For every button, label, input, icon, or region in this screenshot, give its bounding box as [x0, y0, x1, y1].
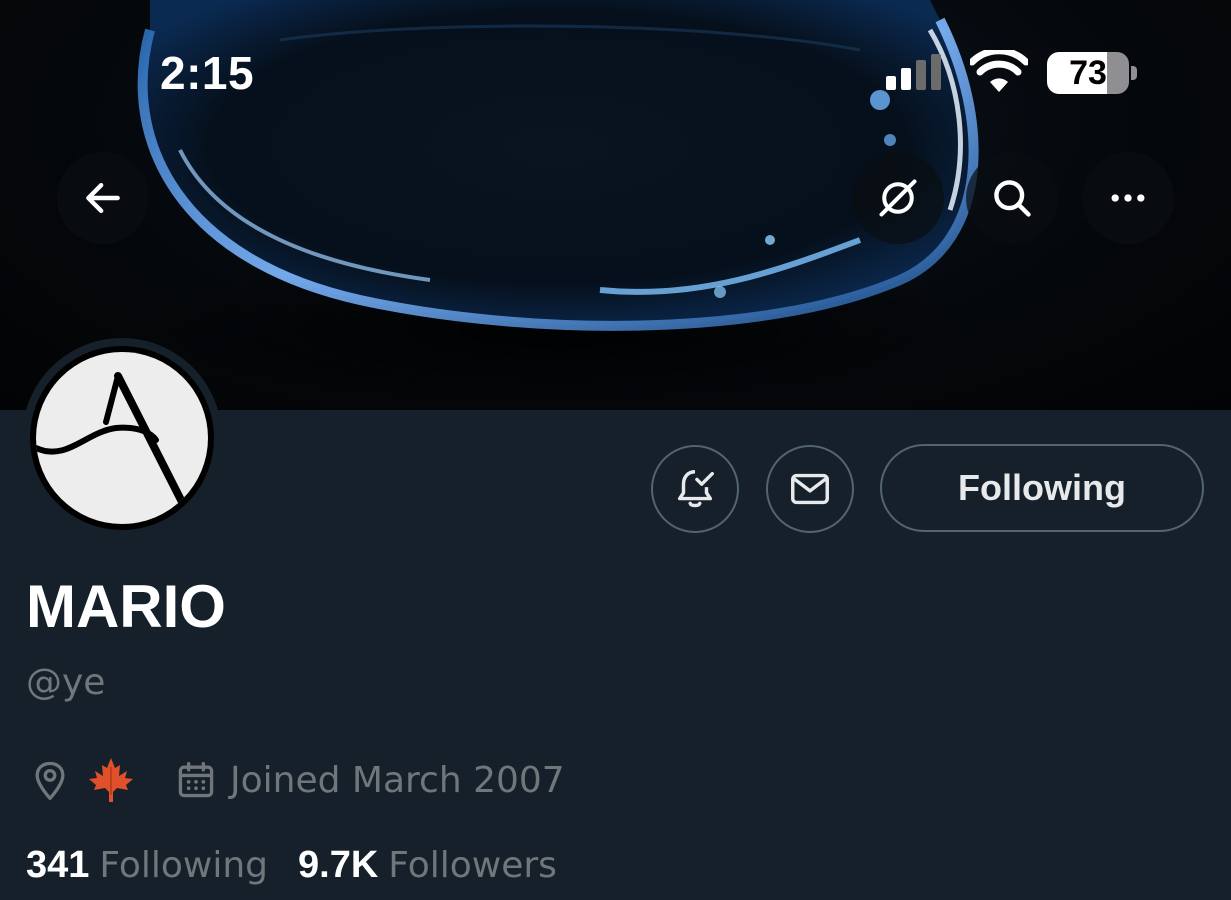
avatar-ring	[30, 346, 214, 530]
following-label: Following	[99, 844, 268, 886]
search-button[interactable]	[966, 152, 1058, 244]
avatar[interactable]	[22, 338, 222, 538]
following-button[interactable]: Following	[880, 444, 1204, 532]
follow-stats: 341 Following 9.7K Followers	[26, 840, 557, 890]
battery-cap	[1131, 66, 1137, 80]
followers-label: Followers	[388, 844, 557, 886]
cellular-signal-icon	[886, 54, 941, 90]
status-time: 2:15	[160, 47, 255, 99]
display-name: MARIO	[26, 573, 226, 640]
message-button[interactable]	[766, 445, 854, 533]
envelope-icon	[791, 473, 829, 505]
following-count: 341	[26, 843, 90, 886]
grok-icon	[879, 179, 917, 217]
more-horizontal-icon	[1111, 194, 1145, 202]
grok-button[interactable]	[852, 152, 944, 244]
letter-a-logo-icon	[36, 372, 186, 506]
following-count-link[interactable]: 341 Following	[26, 844, 268, 887]
battery-level: 73	[1069, 54, 1107, 92]
location-pin-icon	[35, 761, 65, 800]
notifications-button[interactable]	[651, 445, 739, 533]
maple-leaf-icon	[89, 758, 133, 802]
calendar-icon	[178, 761, 214, 798]
back-button[interactable]	[57, 152, 149, 244]
avatar-image	[36, 352, 208, 524]
bell-check-icon	[677, 470, 714, 508]
arrow-left-icon	[86, 182, 120, 214]
profile-meta-row: Joined March 2007	[28, 752, 565, 808]
more-button[interactable]	[1082, 152, 1174, 244]
followers-count: 9.7K	[298, 843, 379, 886]
wifi-icon	[970, 50, 1028, 92]
username-handle: @ye	[26, 662, 106, 703]
joined-date: Joined March 2007	[230, 759, 565, 801]
search-icon	[994, 180, 1031, 217]
followers-count-link[interactable]: 9.7K Followers	[298, 844, 557, 887]
profile-screen: 2:15 73 Following MARIO @ye Joined March…	[0, 0, 1231, 900]
